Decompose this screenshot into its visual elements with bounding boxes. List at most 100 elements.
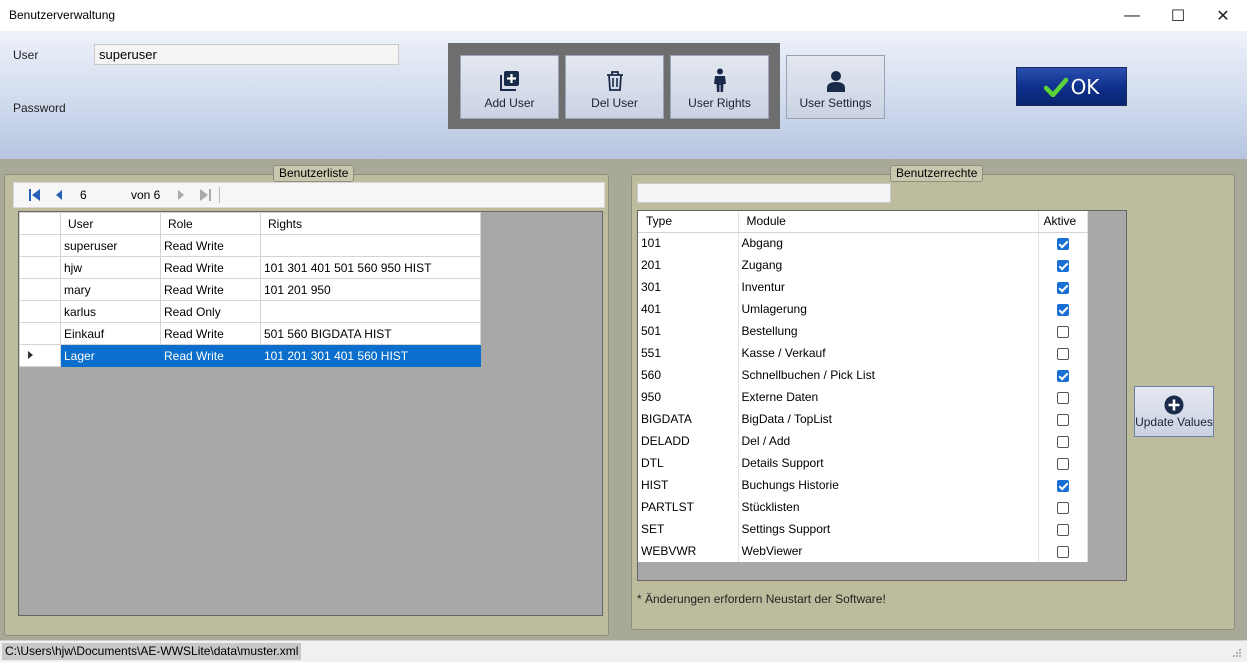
cell-user[interactable]: superuser [60,234,161,257]
cell-module[interactable]: WebViewer [738,540,1039,562]
user-settings-button[interactable]: User Settings [786,55,885,119]
cell-active[interactable] [1038,364,1088,386]
cell-user[interactable]: mary [60,278,161,301]
maximize-button[interactable]: ☐ [1155,0,1201,31]
cell-role[interactable]: Read Write [160,344,261,367]
column-header-active[interactable]: Aktive [1038,211,1088,233]
cell-module[interactable]: Abgang [738,232,1039,254]
table-row-selected[interactable]: Lager Read Write 101 201 301 401 560 HIS… [19,344,481,367]
rights-row[interactable]: DELADD Del / Add [638,430,1088,452]
active-checkbox[interactable] [1056,545,1069,558]
rights-row[interactable]: WEBVWR WebViewer [638,540,1088,562]
cell-rights[interactable] [260,234,481,257]
cell-type[interactable]: 101 [638,232,739,254]
cell-rights[interactable]: 101 201 950 [260,278,481,301]
rights-row[interactable]: 101 Abgang [638,232,1088,254]
rights-row[interactable]: PARTLST Stücklisten [638,496,1088,518]
cell-module[interactable]: Inventur [738,276,1039,298]
cell-rights[interactable]: 101 201 301 401 560 HIST [260,344,481,367]
user-input[interactable] [94,44,399,65]
active-checkbox[interactable] [1056,325,1069,338]
add-user-button[interactable]: Add User [460,55,559,119]
row-header[interactable] [19,322,61,345]
close-button[interactable]: ✕ [1200,0,1246,31]
row-header[interactable] [19,344,61,367]
active-checkbox[interactable] [1056,413,1069,426]
cell-active[interactable] [1038,430,1088,452]
table-row[interactable]: Einkauf Read Write 501 560 BIGDATA HIST [19,322,481,345]
prev-record-icon[interactable] [52,188,66,202]
cell-active[interactable] [1038,276,1088,298]
rights-row[interactable]: 551 Kasse / Verkauf [638,342,1088,364]
del-user-button[interactable]: Del User [565,55,664,119]
rights-row[interactable]: 201 Zugang [638,254,1088,276]
active-checkbox[interactable] [1056,281,1069,294]
cell-active[interactable] [1038,254,1088,276]
rights-row[interactable]: 501 Bestellung [638,320,1088,342]
cell-role[interactable]: Read Write [160,322,261,345]
column-header-role[interactable]: Role [160,212,261,235]
next-record-icon[interactable] [174,188,188,202]
cell-active[interactable] [1038,342,1088,364]
cell-type[interactable]: 551 [638,342,739,364]
cell-user[interactable]: karlus [60,300,161,323]
column-header-rights[interactable]: Rights [260,212,481,235]
cell-role[interactable]: Read Write [160,256,261,279]
row-header[interactable] [19,256,61,279]
cell-type[interactable]: 950 [638,386,739,408]
cell-type[interactable]: HIST [638,474,739,496]
cell-module[interactable]: Umlagerung [738,298,1039,320]
cell-type[interactable]: 501 [638,320,739,342]
cell-type[interactable]: 401 [638,298,739,320]
cell-type[interactable]: 301 [638,276,739,298]
cell-active[interactable] [1038,452,1088,474]
cell-role[interactable]: Read Only [160,300,261,323]
active-checkbox[interactable] [1056,259,1069,272]
cell-user[interactable]: hjw [60,256,161,279]
rights-row[interactable]: 560 Schnellbuchen / Pick List [638,364,1088,386]
active-checkbox[interactable] [1056,457,1069,470]
cell-module[interactable]: Settings Support [738,518,1039,540]
cell-module[interactable]: Stücklisten [738,496,1039,518]
cell-active[interactable] [1038,518,1088,540]
cell-type[interactable]: BIGDATA [638,408,739,430]
cell-module[interactable]: Zugang [738,254,1039,276]
rights-row[interactable]: 950 Externe Daten [638,386,1088,408]
cell-user[interactable]: Lager [60,344,161,367]
cell-role[interactable]: Read Write [160,234,261,257]
rights-row[interactable]: HIST Buchungs Historie [638,474,1088,496]
cell-module[interactable]: Externe Daten [738,386,1039,408]
minimize-button[interactable]: — [1109,0,1155,31]
table-row[interactable]: karlus Read Only [19,300,481,323]
table-row[interactable]: hjw Read Write 101 301 401 501 560 950 H… [19,256,481,279]
cell-type[interactable]: PARTLST [638,496,739,518]
table-row[interactable]: superuser Read Write [19,234,481,257]
cell-module[interactable]: Buchungs Historie [738,474,1039,496]
cell-module[interactable]: Details Support [738,452,1039,474]
cell-module[interactable]: Del / Add [738,430,1039,452]
active-checkbox[interactable] [1056,369,1069,382]
cell-type[interactable]: WEBVWR [638,540,739,562]
rights-row[interactable]: SET Settings Support [638,518,1088,540]
user-rights-button[interactable]: User Rights [670,55,769,119]
active-checkbox[interactable] [1056,303,1069,316]
column-header-type[interactable]: Type [638,211,739,233]
cell-active[interactable] [1038,232,1088,254]
cell-type[interactable]: DTL [638,452,739,474]
cell-user[interactable]: Einkauf [60,322,161,345]
cell-active[interactable] [1038,320,1088,342]
active-checkbox[interactable] [1056,391,1069,404]
active-checkbox[interactable] [1056,238,1069,251]
rights-row[interactable]: 301 Inventur [638,276,1088,298]
cell-module[interactable]: BigData / TopList [738,408,1039,430]
ok-button[interactable]: OK [1016,67,1127,106]
rights-row[interactable]: DTL Details Support [638,452,1088,474]
rights-row[interactable]: 401 Umlagerung [638,298,1088,320]
column-header-module[interactable]: Module [738,211,1039,233]
column-header-user[interactable]: User [60,212,161,235]
active-checkbox[interactable] [1056,501,1069,514]
record-position[interactable]: 6 [80,188,87,202]
cell-active[interactable] [1038,540,1088,562]
cell-rights[interactable]: 501 560 BIGDATA HIST [260,322,481,345]
active-checkbox[interactable] [1056,523,1069,536]
